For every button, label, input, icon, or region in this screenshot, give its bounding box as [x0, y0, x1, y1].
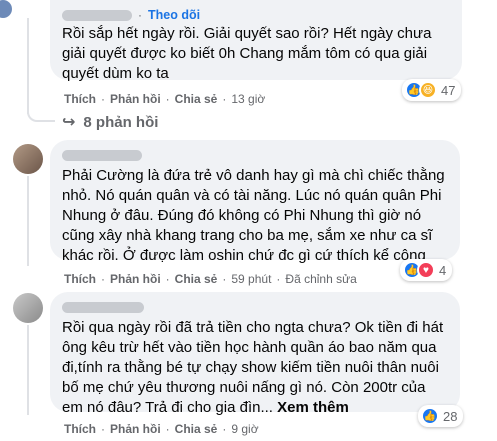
- thread-line: [27, 176, 29, 266]
- like-button[interactable]: Thích: [64, 92, 96, 106]
- reply-button[interactable]: Phản hồi: [110, 92, 161, 106]
- avatar[interactable]: [0, 0, 12, 18]
- reaction-count: 4: [439, 262, 447, 278]
- share-button[interactable]: Chia sẻ: [175, 92, 218, 106]
- comment-header: [62, 148, 448, 162]
- comment-bubble: Phải Cường là đứa trẻ vô danh hay gì mà …: [50, 140, 460, 264]
- like-button[interactable]: Thích: [64, 422, 96, 436]
- commenter-name[interactable]: [62, 149, 142, 161]
- replies-label: 8 phản hồi: [83, 113, 159, 131]
- heart-icon: ♥: [417, 261, 435, 279]
- timestamp[interactable]: 13 giờ: [231, 92, 265, 106]
- like-icon: 👍: [421, 407, 439, 425]
- comment-text: Rồi sắp hết ngày rồi. Giải quyết sao rồi…: [62, 25, 432, 82]
- reaction-count: 47: [441, 82, 456, 98]
- timestamp[interactable]: 59 phút: [231, 272, 271, 286]
- comment-actions: Thích · Phản hồi · Chia sẻ · 59 phút · Đ…: [64, 272, 357, 286]
- reply-button[interactable]: Phản hồi: [110, 272, 161, 286]
- reply-arrow-icon: ↪: [62, 114, 76, 131]
- comment-bubble: Rồi qua ngày rồi đã trả tiền cho ngta ch…: [50, 292, 460, 416]
- view-replies-button[interactable]: ↪ 8 phản hồi: [62, 112, 158, 132]
- haha-icon: 😆: [419, 81, 437, 99]
- comment-header: · Theo dõi: [62, 8, 450, 22]
- share-button[interactable]: Chia sẻ: [175, 422, 218, 436]
- avatar[interactable]: [13, 144, 43, 174]
- comment-actions: Thích · Phản hồi · Chia sẻ · 13 giờ: [64, 92, 266, 106]
- timestamp[interactable]: 9 giờ: [231, 422, 258, 436]
- follow-button[interactable]: Theo dõi: [148, 8, 200, 22]
- edited-label: Đã chỉnh sửa: [285, 272, 357, 286]
- share-button[interactable]: Chia sẻ: [175, 272, 218, 286]
- reaction-summary[interactable]: 👍 😆 47: [402, 79, 462, 101]
- reply-button[interactable]: Phản hồi: [110, 422, 161, 436]
- thread-line: [27, 18, 29, 114]
- reaction-count: 28: [443, 408, 458, 424]
- comment-text: Phải Cường là đứa trẻ vô danh hay gì mà …: [62, 167, 445, 264]
- comment-bubble: · Theo dõi Rồi sắp hết ngày rồi. Giải qu…: [50, 0, 462, 82]
- commenter-name[interactable]: [62, 9, 132, 21]
- like-button[interactable]: Thích: [64, 272, 96, 286]
- comment-actions: Thích · Phản hồi · Chia sẻ · 9 giờ: [64, 422, 259, 436]
- thread-connector: [27, 108, 55, 122]
- avatar[interactable]: [13, 293, 43, 323]
- reaction-summary[interactable]: 👍 28: [418, 405, 464, 427]
- thread-line: [27, 325, 29, 415]
- comment-text: Rồi qua ngày rồi đã trả tiền cho ngta ch…: [62, 318, 448, 418]
- commenter-name[interactable]: [62, 301, 144, 313]
- comment-text-body: Rồi qua ngày rồi đã trả tiền cho ngta ch…: [62, 319, 444, 416]
- see-more-link[interactable]: Xem thêm: [277, 399, 349, 416]
- comment-header: [62, 300, 448, 314]
- reaction-summary[interactable]: 👍 ♥ 4: [400, 259, 453, 281]
